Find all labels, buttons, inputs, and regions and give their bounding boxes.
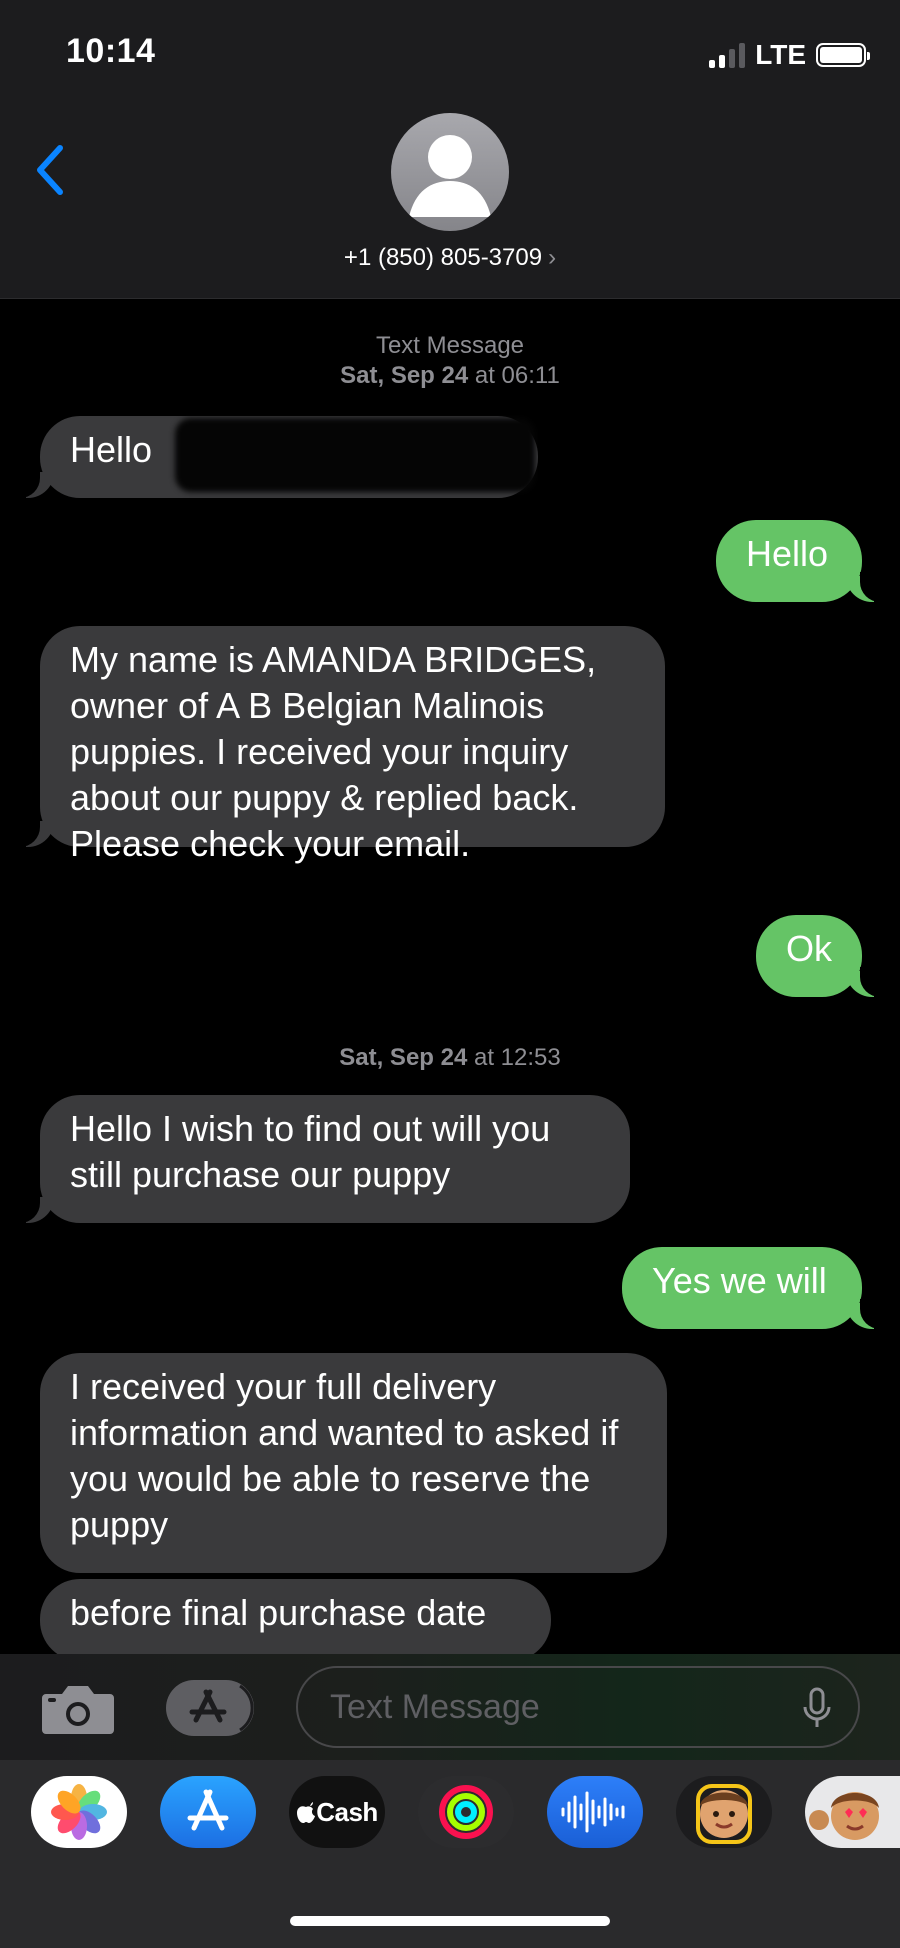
photos-app[interactable] bbox=[31, 1776, 127, 1848]
outgoing-message[interactable]: Hello bbox=[716, 520, 862, 602]
compose-bar bbox=[0, 1654, 900, 1760]
message-text: Hello bbox=[70, 429, 153, 470]
contact-avatar[interactable] bbox=[391, 113, 509, 231]
service-label: Text Message bbox=[375, 332, 525, 359]
bubble-tail bbox=[846, 967, 888, 997]
contact-name: +1 (850) 805-3709 bbox=[343, 244, 543, 271]
app-store-app[interactable] bbox=[160, 1776, 256, 1848]
cash-label: Cash bbox=[316, 1796, 378, 1827]
activity-app[interactable] bbox=[418, 1776, 514, 1848]
app-drawer: Cash bbox=[0, 1760, 900, 1948]
incoming-message[interactable]: Hello I wish to find out will you still … bbox=[40, 1095, 630, 1223]
camera-icon bbox=[42, 1686, 114, 1734]
timestamp-time: at 12:53 bbox=[473, 1044, 561, 1071]
photos-icon bbox=[51, 1784, 107, 1840]
message-text: I received your full delivery informatio… bbox=[70, 1366, 619, 1545]
animoji-app[interactable] bbox=[805, 1776, 900, 1848]
apple-cash-app[interactable]: Cash bbox=[289, 1776, 385, 1848]
message-text: Ok bbox=[786, 928, 833, 969]
timestamp: Sat, Sep 24 at 06:11 bbox=[0, 361, 900, 391]
bubble-tail bbox=[12, 1193, 54, 1223]
apps-button[interactable] bbox=[166, 1680, 254, 1736]
microphone-icon bbox=[803, 1687, 831, 1727]
timestamp-time: at 06:11 bbox=[474, 362, 560, 389]
camera-button[interactable] bbox=[40, 1682, 116, 1736]
redaction-block bbox=[175, 418, 535, 492]
network-label: LTE bbox=[755, 39, 806, 70]
timestamp: Sat, Sep 24 at 12:53 bbox=[0, 1043, 900, 1073]
app-store-icon bbox=[187, 1789, 229, 1831]
status-icons: LTE bbox=[709, 38, 870, 72]
app-store-icon bbox=[189, 1684, 254, 1732]
person-icon bbox=[409, 135, 491, 217]
timestamp-day: Sat, Sep 24 bbox=[339, 1044, 468, 1071]
message-text: Hello bbox=[746, 533, 829, 574]
back-button[interactable] bbox=[30, 140, 80, 200]
message-thread[interactable]: Text Message Sat, Sep 24 at 06:11 Hello … bbox=[0, 299, 900, 1654]
dictation-button[interactable] bbox=[802, 1687, 832, 1729]
signal-icon bbox=[709, 42, 746, 68]
animoji-icon bbox=[809, 1792, 879, 1840]
message-text: Yes we will bbox=[652, 1260, 827, 1301]
contact-name-button[interactable]: +1 (850) 805-3709 › bbox=[0, 244, 900, 272]
message-text: My name is AMANDA BRIDGES, owner of A B … bbox=[70, 639, 597, 864]
incoming-message[interactable]: My name is AMANDA BRIDGES, owner of A B … bbox=[40, 626, 665, 864]
timestamp-day: Sat, Sep 24 bbox=[340, 362, 469, 389]
status-time: 10:14 bbox=[66, 32, 156, 70]
apple-cash-icon bbox=[297, 1802, 316, 1823]
bubble-tail bbox=[12, 468, 54, 498]
voice-memo-icon bbox=[561, 1791, 625, 1833]
incoming-message[interactable]: I received your full delivery informatio… bbox=[40, 1353, 667, 1573]
outgoing-message[interactable]: Ok bbox=[756, 915, 862, 997]
outgoing-message[interactable]: Yes we will bbox=[622, 1247, 862, 1329]
memoji-app[interactable] bbox=[676, 1776, 772, 1848]
message-text: before final purchase date bbox=[70, 1592, 487, 1633]
voice-memo-app[interactable] bbox=[547, 1776, 643, 1848]
message-input[interactable] bbox=[296, 1666, 860, 1748]
activity-icon bbox=[439, 1785, 493, 1839]
battery-icon bbox=[816, 43, 870, 67]
incoming-message[interactable]: before final purchase date bbox=[40, 1579, 551, 1654]
home-indicator[interactable] bbox=[290, 1916, 610, 1926]
message-text: Hello I wish to find out will you still … bbox=[70, 1108, 551, 1195]
bubble-tail bbox=[846, 572, 888, 602]
bubble-tail bbox=[12, 817, 54, 847]
memoji-icon bbox=[696, 1784, 752, 1844]
bubble-tail bbox=[846, 1299, 888, 1329]
conversation-header: 10:14 LTE +1 (850) 805-3709 › bbox=[0, 0, 900, 299]
chevron-left-icon bbox=[37, 145, 63, 195]
chevron-right-icon: › bbox=[548, 244, 557, 271]
